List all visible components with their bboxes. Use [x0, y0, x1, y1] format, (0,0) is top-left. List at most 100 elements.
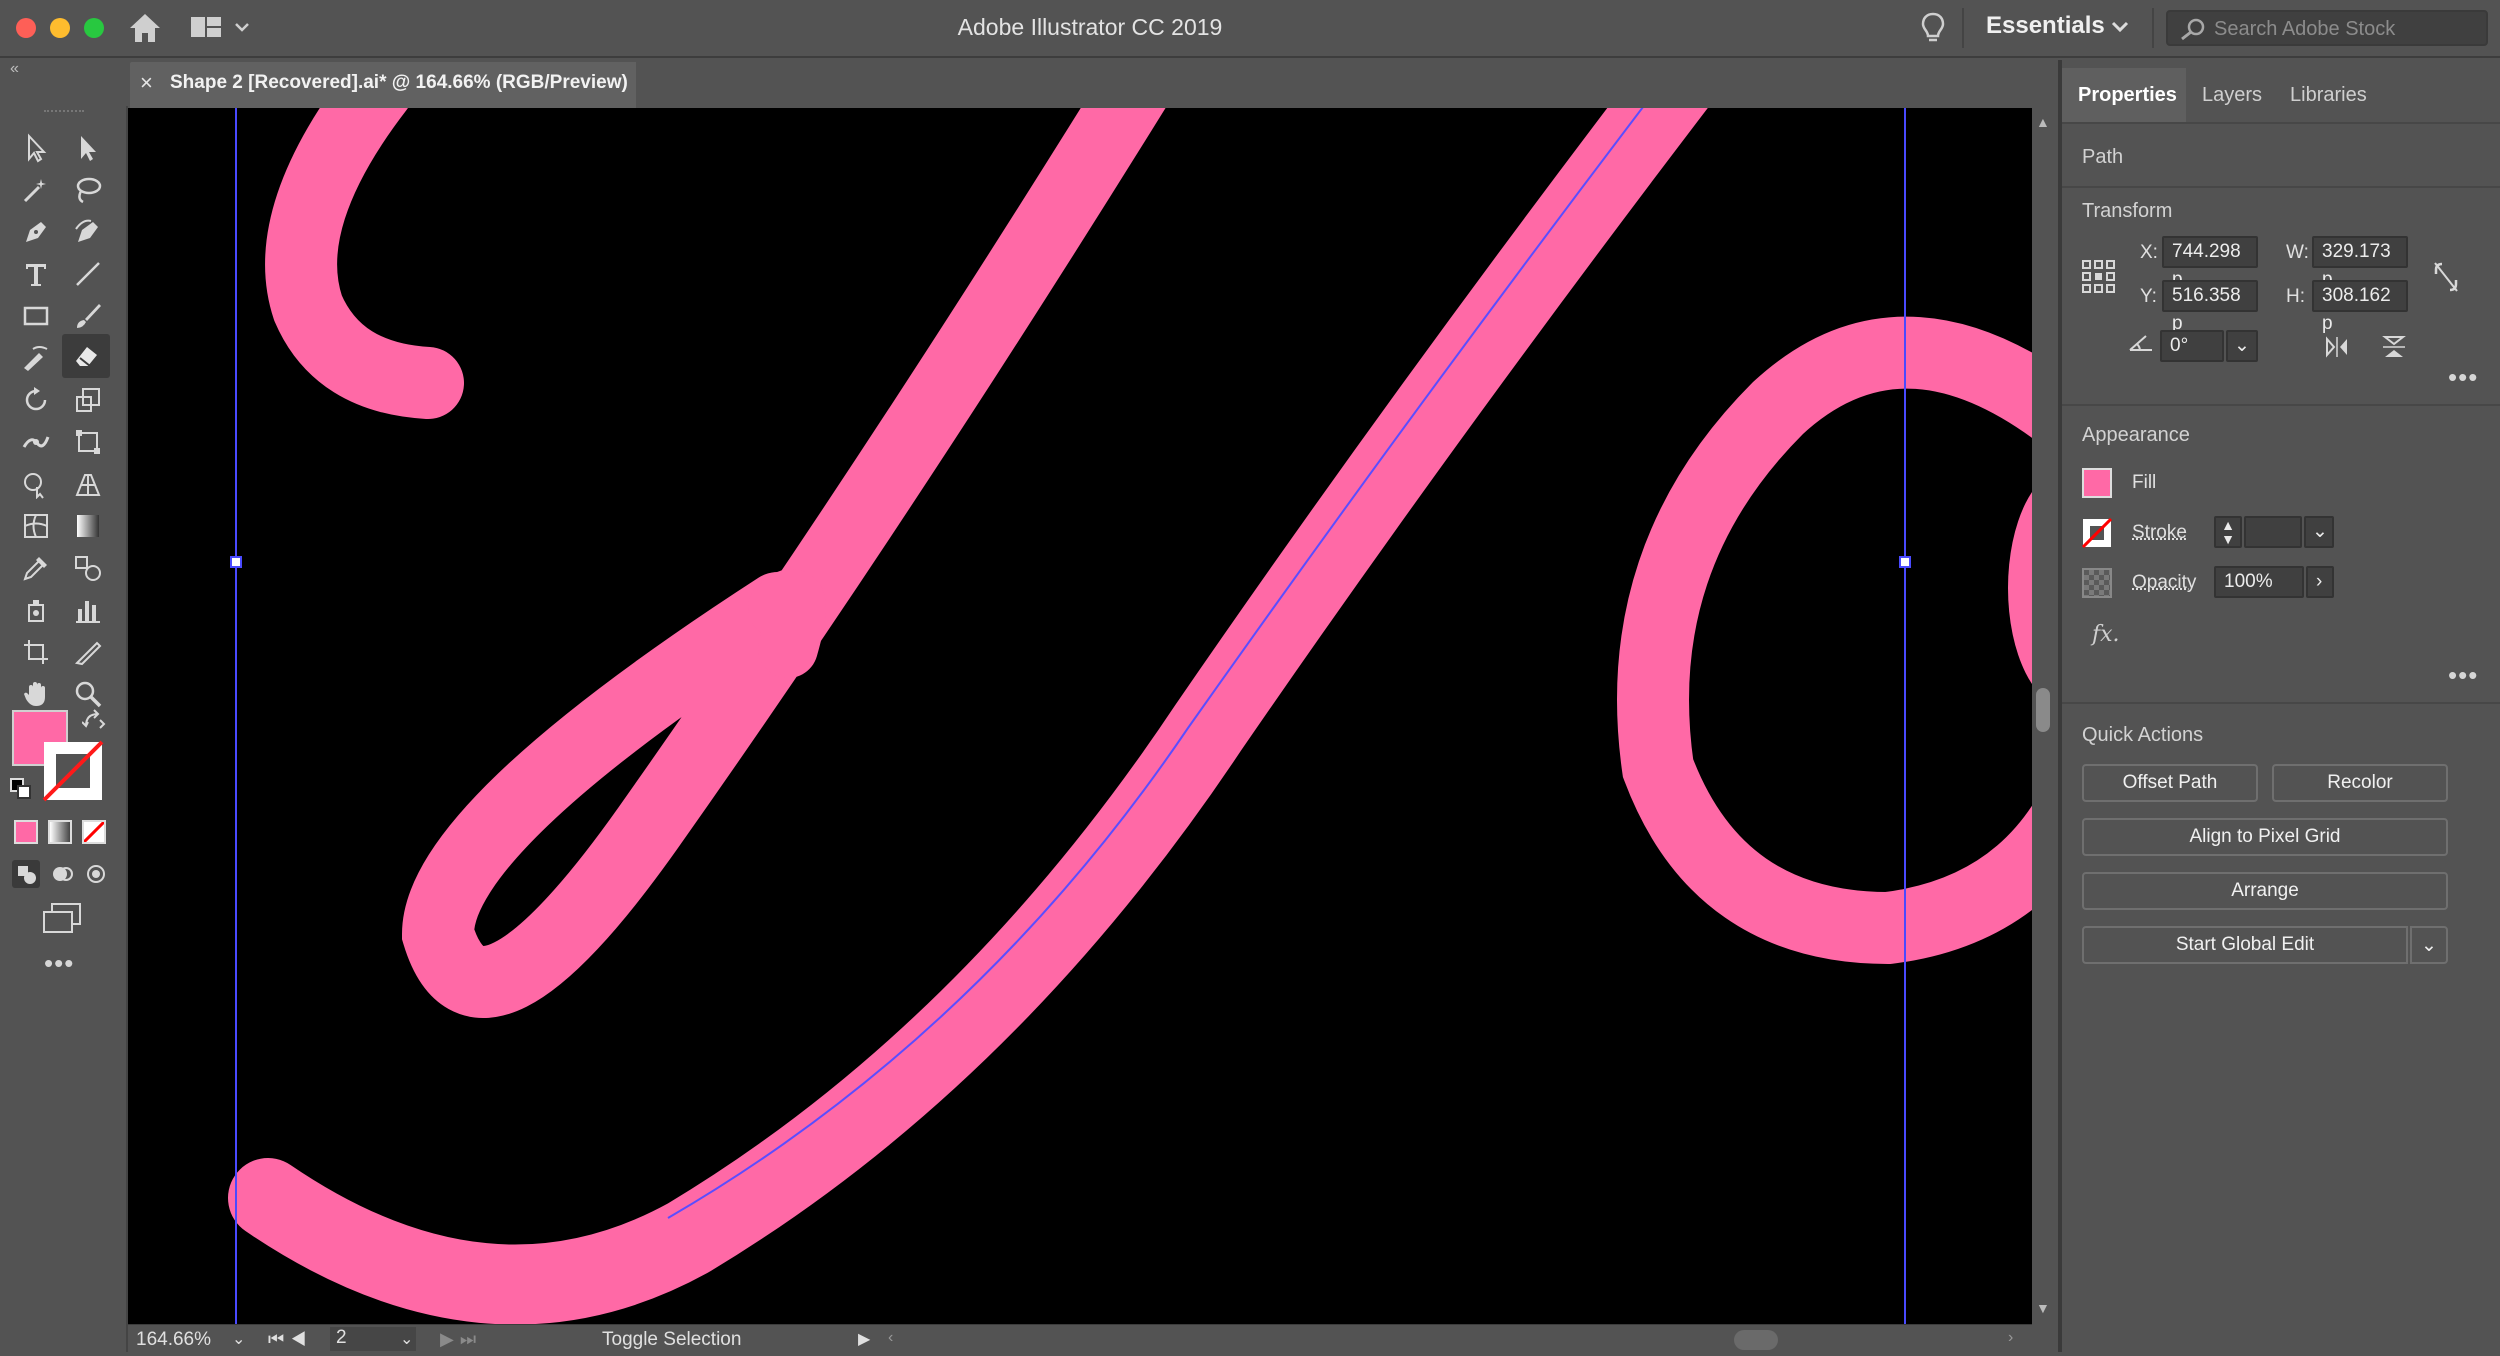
- transform-more-button[interactable]: •••: [2448, 362, 2478, 393]
- perspective-grid-tool-icon[interactable]: [66, 464, 110, 504]
- artboard-dropdown-icon[interactable]: ⌄: [400, 1329, 413, 1349]
- hand-tool-icon[interactable]: [14, 674, 58, 714]
- divider: [2152, 8, 2154, 48]
- draw-normal-icon[interactable]: [12, 860, 40, 888]
- constrain-proportions-icon[interactable]: [2432, 260, 2460, 299]
- rotate-dropdown-icon[interactable]: ⌄: [2226, 330, 2258, 362]
- y-field[interactable]: 516.358 p: [2162, 280, 2258, 334]
- reference-point-icon[interactable]: [2082, 260, 2116, 299]
- blend-tool-icon[interactable]: [66, 548, 110, 588]
- mesh-tool-icon[interactable]: [14, 506, 58, 546]
- artboard-canvas[interactable]: [128, 108, 2032, 1324]
- stroke-swatch[interactable]: [42, 740, 104, 802]
- close-tab-icon[interactable]: ×: [140, 70, 153, 96]
- rotate-angle-icon: [2128, 332, 2154, 357]
- effects-button[interactable]: fx.: [2092, 622, 2120, 647]
- scroll-right-icon[interactable]: ›: [2008, 1329, 2013, 1347]
- slice-tool-icon[interactable]: [66, 632, 110, 672]
- toolbar-grip[interactable]: [44, 110, 84, 116]
- flip-horizontal-icon[interactable]: [2324, 336, 2350, 363]
- app-title: Adobe Illustrator CC 2019: [957, 14, 1223, 40]
- draw-behind-icon[interactable]: [48, 860, 76, 888]
- scrollbar-thumb[interactable]: [2036, 688, 2050, 732]
- appearance-fill-swatch[interactable]: [2082, 468, 2112, 498]
- start-global-edit-button[interactable]: Start Global Edit: [2082, 926, 2408, 964]
- paintbrush-tool-icon[interactable]: [66, 296, 110, 336]
- scroll-up-icon[interactable]: ▲: [2036, 114, 2050, 130]
- symbol-sprayer-tool-icon[interactable]: [14, 590, 58, 630]
- chevron-down-icon[interactable]: [2110, 20, 2130, 39]
- type-tool-icon[interactable]: [14, 254, 58, 294]
- line-segment-tool-icon[interactable]: [66, 254, 110, 294]
- arrange-button[interactable]: Arrange: [2082, 872, 2448, 910]
- x-field[interactable]: 744.298 p: [2162, 236, 2258, 290]
- magic-wand-tool-icon[interactable]: [14, 170, 58, 210]
- offset-path-button[interactable]: Offset Path: [2082, 764, 2258, 802]
- gradient-tool-icon[interactable]: [66, 506, 110, 546]
- collapse-toolbar-icon[interactable]: «: [10, 60, 19, 78]
- tab-properties[interactable]: Properties: [2078, 84, 2177, 107]
- search-input[interactable]: [2212, 15, 2486, 43]
- direct-selection-tool-icon[interactable]: [66, 128, 110, 168]
- pen-tool-icon[interactable]: [14, 212, 58, 252]
- opacity-arrow-icon[interactable]: ›: [2306, 566, 2334, 598]
- eraser-tool-icon[interactable]: [62, 334, 110, 378]
- column-graph-tool-icon[interactable]: [66, 590, 110, 630]
- default-fill-stroke-icon[interactable]: [10, 778, 32, 805]
- free-transform-tool-icon[interactable]: [66, 422, 110, 462]
- opacity-field[interactable]: 100%: [2214, 566, 2304, 598]
- eyedropper-tool-icon[interactable]: [14, 548, 58, 588]
- status-selection-label[interactable]: Toggle Selection: [602, 1329, 741, 1351]
- tab-layers[interactable]: Layers: [2202, 84, 2262, 107]
- appearance-more-button[interactable]: •••: [2448, 660, 2478, 691]
- appearance-stroke-swatch[interactable]: [2081, 517, 2113, 549]
- recolor-button[interactable]: Recolor: [2272, 764, 2448, 802]
- scroll-down-icon[interactable]: ▼: [2036, 1300, 2050, 1316]
- divider: [2062, 186, 2500, 188]
- bounding-handle: [1899, 556, 1911, 568]
- letter-stroke: [265, 108, 464, 419]
- shape-builder-tool-icon[interactable]: [14, 464, 58, 504]
- selection-tool-icon[interactable]: [14, 128, 58, 168]
- zoom-dropdown-icon[interactable]: ⌄: [232, 1329, 245, 1349]
- y-label: Y:: [2140, 286, 2157, 307]
- global-edit-dropdown-icon[interactable]: ⌄: [2410, 926, 2448, 964]
- stroke-stepper[interactable]: ▲ ▼: [2214, 516, 2242, 548]
- gradient-mode-button[interactable]: [48, 820, 72, 844]
- artwork[interactable]: [128, 108, 2032, 1324]
- stroke-dropdown-icon[interactable]: ⌄: [2304, 516, 2334, 548]
- curvature-tool-icon[interactable]: [66, 212, 110, 252]
- rotate-field[interactable]: 0°: [2160, 330, 2224, 362]
- zoom-level[interactable]: 164.66%: [136, 1329, 232, 1351]
- h-field[interactable]: 308.162 p: [2312, 280, 2408, 334]
- first-artboard-icon[interactable]: ⏮◀: [268, 1329, 312, 1350]
- stroke-label[interactable]: Stroke: [2132, 522, 2187, 544]
- lasso-tool-icon[interactable]: [66, 170, 110, 210]
- search-box[interactable]: [2166, 10, 2488, 46]
- w-field[interactable]: 329.173 p: [2312, 236, 2408, 290]
- status-menu-arrow-icon[interactable]: ▶: [858, 1329, 870, 1349]
- color-mode-button[interactable]: [14, 820, 38, 844]
- scale-tool-icon[interactable]: [66, 380, 110, 420]
- swap-fill-stroke-icon[interactable]: [81, 708, 106, 737]
- stroke-weight-field[interactable]: [2244, 516, 2302, 548]
- none-mode-button[interactable]: [82, 820, 106, 844]
- opacity-label[interactable]: Opacity: [2132, 572, 2196, 594]
- workspace-switcher[interactable]: Essentials: [1986, 12, 2105, 40]
- align-to-pixel-grid-button[interactable]: Align to Pixel Grid: [2082, 818, 2448, 856]
- flip-vertical-icon[interactable]: [2382, 334, 2406, 365]
- shaper-tool-icon[interactable]: [14, 338, 58, 378]
- edit-toolbar-button[interactable]: •••: [44, 948, 74, 979]
- last-artboard-icon[interactable]: ▶⏭: [440, 1329, 482, 1350]
- tab-libraries[interactable]: Libraries: [2290, 84, 2367, 107]
- scroll-left-icon[interactable]: ‹: [888, 1329, 893, 1347]
- rotate-tool-icon[interactable]: [14, 380, 58, 420]
- width-tool-icon[interactable]: [14, 422, 58, 462]
- horizontal-scroll-thumb[interactable]: [1734, 1330, 1778, 1350]
- vertical-scrollbar[interactable]: ▲ ▼: [2032, 108, 2054, 1324]
- draw-inside-icon[interactable]: [82, 860, 110, 888]
- rectangle-tool-icon[interactable]: [14, 296, 58, 336]
- screen-mode-icon[interactable]: [40, 902, 84, 939]
- artboard-tool-icon[interactable]: [14, 632, 58, 672]
- lightbulb-icon[interactable]: [1920, 12, 1946, 49]
